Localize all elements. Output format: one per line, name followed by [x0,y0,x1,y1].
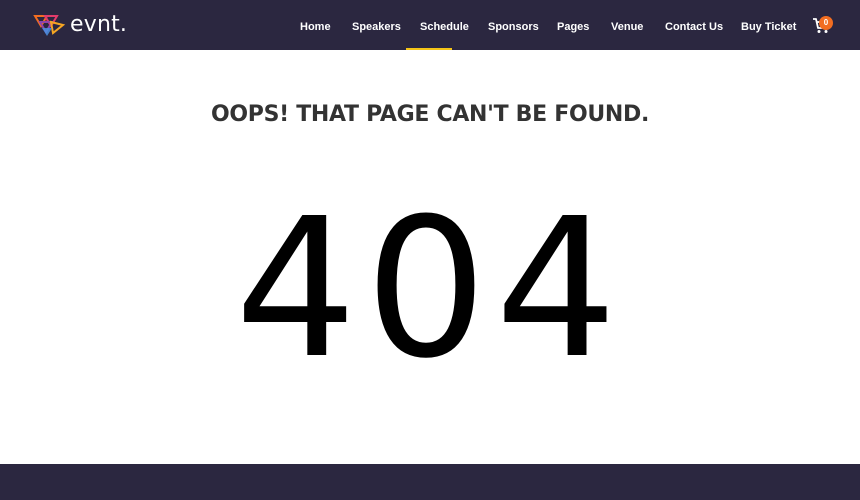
page-title: OOPS! THAT PAGE CAN'T BE FOUND. [210,102,650,127]
nav-sponsors[interactable]: Sponsors [488,20,539,34]
nav-home[interactable]: Home [300,20,331,34]
nav-venue[interactable]: Venue [611,20,643,34]
active-nav-indicator [406,48,452,50]
evnt-logo-icon [33,15,66,36]
nav-pages[interactable]: Pages [557,20,589,34]
nav-speakers[interactable]: Speakers [352,20,401,34]
logo-text: evnt. [70,12,128,37]
nav-buy-ticket[interactable]: Buy Ticket [741,20,796,34]
error-code: 404 [234,178,626,401]
nav-schedule[interactable]: Schedule [420,20,469,34]
site-footer [0,464,860,500]
site-logo[interactable]: evnt. [32,11,127,39]
top-navbar: evnt. Home Speakers Schedule Sponsors Pa… [0,0,860,50]
nav-contact-us[interactable]: Contact Us [665,20,723,34]
cart-count-badge: 0 [819,16,833,30]
